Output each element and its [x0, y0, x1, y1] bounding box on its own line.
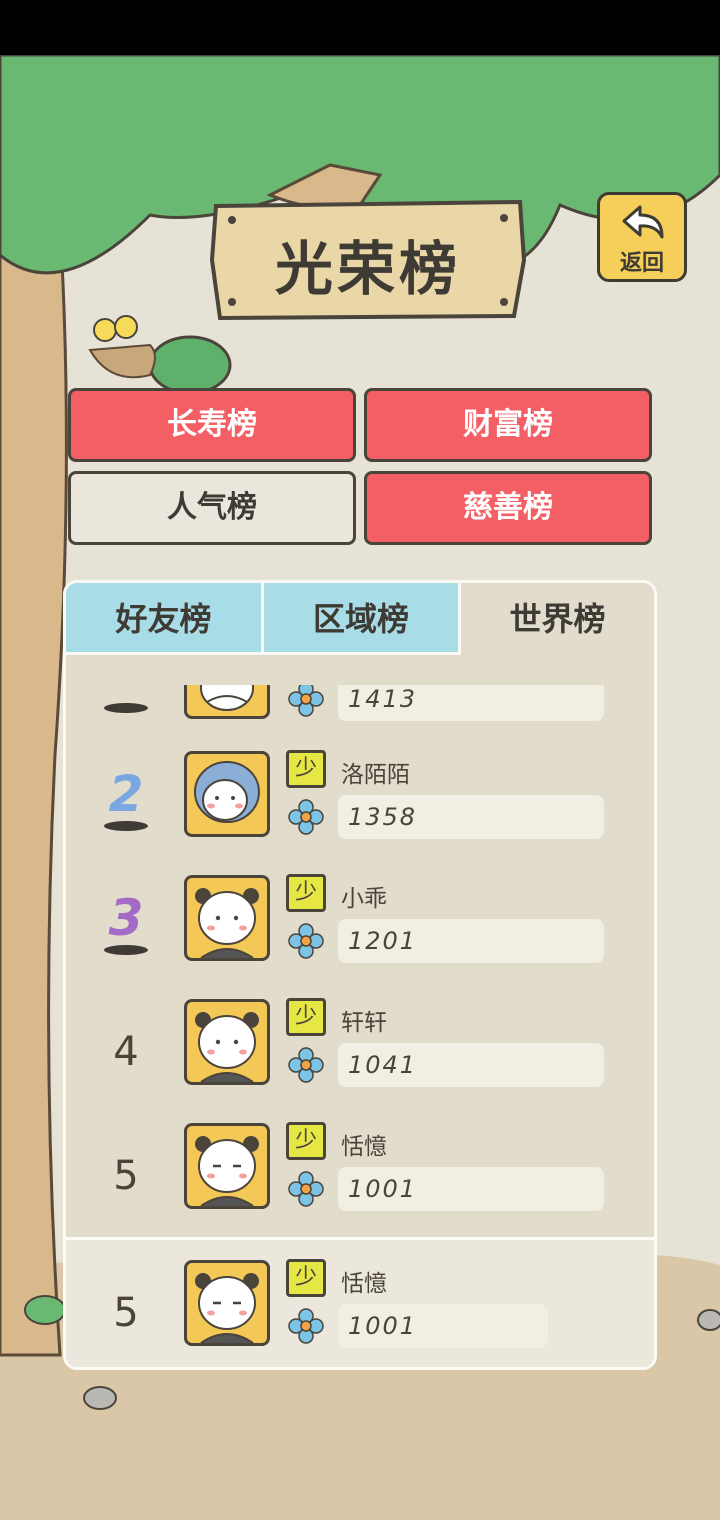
score-value: 1201 — [348, 927, 418, 955]
flower-icon — [288, 1171, 324, 1207]
player-name: 洛陌陌 — [341, 762, 410, 788]
panda-avatar-icon — [195, 888, 259, 958]
flower-icon — [288, 685, 324, 717]
avatar[interactable] — [184, 685, 270, 719]
avatar[interactable] — [184, 999, 270, 1085]
tab-region[interactable]: 区域榜 — [264, 583, 461, 655]
player-name: 恬憶 — [341, 1134, 387, 1160]
tab-world[interactable]: 世界榜 — [461, 583, 654, 655]
rank-number: 5 — [113, 1153, 139, 1199]
player-name: 恬憶 — [341, 1271, 387, 1297]
tag-badge: 少 — [286, 874, 326, 912]
panda-avatar-icon — [195, 1012, 259, 1082]
rank-number: 5 — [113, 1290, 139, 1336]
list-item: 4 少 轩轩 1041 — [66, 993, 654, 1117]
tag-badge: 少 — [286, 998, 326, 1036]
status-bar — [0, 0, 720, 55]
list-item: 5 少 恬憶 1001 — [66, 1117, 654, 1233]
panda-avatar-icon — [195, 1136, 259, 1206]
score-box: 1041 — [338, 1043, 604, 1087]
rank-number: 2 — [108, 765, 144, 823]
player-name: 小乖 — [341, 886, 387, 912]
flower-icon — [288, 799, 324, 835]
tag-badge: 少 — [286, 750, 326, 788]
panda-avatar-icon — [195, 1273, 259, 1343]
list-item: 2 少 洛陌陌 1358 — [66, 745, 654, 869]
medal-base — [104, 703, 148, 713]
score-box: 1358 — [338, 795, 604, 839]
medal-base — [104, 945, 148, 955]
category-popularity-button[interactable]: 人气榜 — [68, 471, 356, 545]
score-box: 1413 — [338, 685, 604, 721]
panda-avatar-icon — [200, 685, 254, 711]
score-box: 1001 — [338, 1304, 548, 1348]
score-box: 1201 — [338, 919, 604, 963]
score-box: 1001 — [338, 1167, 604, 1211]
back-arrow-icon — [622, 205, 664, 239]
player-name: 轩轩 — [341, 1010, 387, 1036]
tag-badge: 少 — [286, 1259, 326, 1297]
back-label: 返回 — [619, 251, 664, 276]
leaderboard-panel: 好友榜 区域榜 世界榜 1413 2 少 洛陌陌 1358 3 少 小乖 120… — [63, 580, 657, 1370]
category-charity-button[interactable]: 慈善榜 — [364, 471, 652, 545]
blue-cat-avatar-icon — [194, 761, 260, 823]
avatar[interactable] — [184, 1123, 270, 1209]
flower-icon — [288, 1047, 324, 1083]
tag-badge: 少 — [286, 1122, 326, 1160]
score-value: 1001 — [348, 1175, 418, 1203]
rank-number: 3 — [108, 889, 144, 947]
avatar[interactable] — [184, 751, 270, 837]
back-button[interactable]: 返回 — [597, 192, 687, 282]
my-ranking-row: 5 少 恬憶 1001 — [66, 1240, 654, 1367]
list-item: 1413 — [66, 685, 654, 751]
category-wealth-button[interactable]: 财富榜 — [364, 388, 652, 462]
ranking-list[interactable]: 1413 2 少 洛陌陌 1358 3 少 小乖 1201 4 少 轩轩 104… — [66, 685, 654, 1233]
list-item: 3 少 小乖 1201 — [66, 869, 654, 993]
score-value: 1041 — [348, 1051, 418, 1079]
score-value: 1413 — [348, 685, 418, 713]
score-value: 1001 — [348, 1312, 418, 1340]
tab-friends[interactable]: 好友榜 — [66, 583, 264, 655]
avatar[interactable] — [184, 1260, 270, 1346]
medal-base — [104, 821, 148, 831]
score-value: 1358 — [348, 803, 418, 831]
list-item: 5 少 恬憶 1001 — [66, 1254, 654, 1367]
category-longevity-button[interactable]: 长寿榜 — [68, 388, 356, 462]
avatar[interactable] — [184, 875, 270, 961]
flower-icon — [288, 923, 324, 959]
flower-icon — [288, 1308, 324, 1344]
rank-number: 4 — [113, 1029, 139, 1075]
page-title: 光荣榜 — [274, 235, 461, 303]
